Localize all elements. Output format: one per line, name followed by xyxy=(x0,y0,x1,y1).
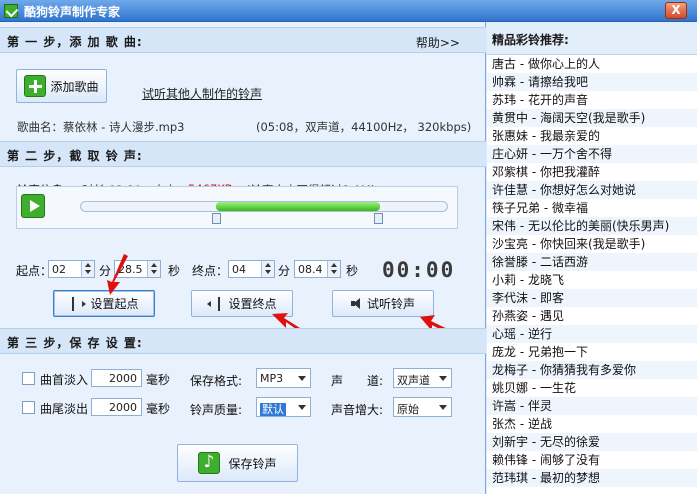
list-item[interactable]: 姚贝娜 - 一生花 xyxy=(487,379,697,397)
ibeam-icon xyxy=(69,296,78,311)
start-minute-stepper[interactable]: 02 xyxy=(48,260,95,278)
start-label: 起点： xyxy=(16,264,53,278)
end-label: 终点： xyxy=(192,264,229,278)
stepper-arrows[interactable] xyxy=(261,261,274,277)
red-arrow-annotation xyxy=(107,254,128,295)
list-item[interactable]: 庞龙 - 兄弟抱一下 xyxy=(487,343,697,361)
end-minute-stepper[interactable]: 04 xyxy=(228,260,275,278)
ms-unit: 毫秒 xyxy=(146,373,171,387)
fade-out-checkbox[interactable] xyxy=(22,401,35,414)
list-item[interactable]: 心瑶 - 逆行 xyxy=(487,325,697,343)
chevron-down-icon xyxy=(298,405,306,410)
list-item[interactable]: 赖伟锋 - 闹够了没有 xyxy=(487,451,697,469)
add-song-label: 添加歌曲 xyxy=(50,79,99,94)
recommend-title: 精品彩铃推荐: xyxy=(492,33,569,47)
chevron-down-icon xyxy=(439,405,447,410)
music-note-icon xyxy=(198,452,221,474)
end-second-stepper[interactable]: 08.4 xyxy=(294,260,341,278)
stepper-arrows[interactable] xyxy=(147,261,160,277)
minute-unit: 分 xyxy=(278,264,291,278)
step3-header: 第 三 步，保 存 设 置: xyxy=(0,328,486,354)
ms-unit: 毫秒 xyxy=(146,402,171,416)
selection-fill xyxy=(216,202,380,211)
play-button[interactable] xyxy=(21,194,45,218)
channel-select[interactable]: 双声道 xyxy=(393,368,452,388)
list-item[interactable]: 许佳慧 - 你想好怎么对她说 xyxy=(487,181,697,199)
title-bar: 酷狗铃声制作专家 X xyxy=(0,0,697,22)
time-display: 00:00 xyxy=(382,258,456,282)
list-item[interactable]: 徐誉滕 - 二话西游 xyxy=(487,253,697,271)
song-name: 歌曲名：蔡依林 - 诗人漫步.mp3 xyxy=(17,120,185,134)
ibeam-icon xyxy=(215,296,224,311)
help-link[interactable]: 帮助>> xyxy=(416,34,460,51)
boost-select[interactable]: 原始 xyxy=(393,397,452,417)
window-title: 酷狗铃声制作专家 xyxy=(24,5,121,19)
quality-select[interactable]: 默认 xyxy=(256,397,311,417)
fade-in-label: 曲首淡入 xyxy=(40,373,89,387)
list-item[interactable]: 唐古 - 做你心上的人 xyxy=(487,55,697,73)
fade-in-checkbox[interactable] xyxy=(22,372,35,385)
stepper-arrows[interactable] xyxy=(81,261,94,277)
step3-title: 第 三 步，保 存 设 置: xyxy=(7,336,143,350)
listen-others-link[interactable]: 试听其他人制作的铃声 xyxy=(142,85,262,102)
list-item[interactable]: 刘新宇 - 无尽的徐爱 xyxy=(487,433,697,451)
fade-out-input[interactable]: 2000 xyxy=(91,398,142,416)
set-start-label: 设置起点 xyxy=(90,297,139,311)
start-handle[interactable] xyxy=(212,213,221,224)
save-ringtone-button[interactable]: 保存铃声 xyxy=(177,444,298,482)
list-item[interactable]: 庄心妍 - 一万个舍不得 xyxy=(487,145,697,163)
second-unit: 秒 xyxy=(346,264,359,278)
speaker-icon xyxy=(350,298,363,309)
list-item[interactable]: 许嵩 - 伴灵 xyxy=(487,397,697,415)
fade-in-input[interactable]: 2000 xyxy=(91,369,142,387)
list-item[interactable]: 宋伟 - 无以伦比的美丽(快乐男声) xyxy=(487,217,697,235)
list-item[interactable]: 沙宝亮 - 你快回来(我是歌手) xyxy=(487,235,697,253)
recommend-header: 精品彩铃推荐: xyxy=(487,22,697,55)
second-unit: 秒 xyxy=(168,264,181,278)
step1-header: 第 一 步，添 加 歌 曲: 帮助>> xyxy=(0,27,486,53)
step1-title: 第 一 步，添 加 歌 曲: xyxy=(7,35,143,49)
list-item[interactable]: 范玮琪 - 最初的梦想 xyxy=(487,469,697,487)
triangle-left-icon xyxy=(207,300,212,307)
app-icon xyxy=(4,4,18,18)
format-label: 保存格式: xyxy=(190,374,243,388)
boost-label: 声音增大: xyxy=(331,403,384,417)
list-item[interactable]: 邓紫棋 - 你把我灌醉 xyxy=(487,163,697,181)
list-item[interactable]: 黄贯中 - 海阔天空(我是歌手) xyxy=(487,109,697,127)
close-button[interactable]: X xyxy=(665,2,687,19)
stepper-arrows[interactable] xyxy=(327,261,340,277)
format-select[interactable]: MP3 xyxy=(256,368,311,388)
preview-label: 试听铃声 xyxy=(366,297,415,311)
plus-icon xyxy=(24,75,47,97)
song-meta: (05:08，双声道，44100Hz， 320kbps) xyxy=(256,120,472,134)
list-item[interactable]: 孙燕姿 - 遇见 xyxy=(487,307,697,325)
fade-out-label: 曲尾淡出 xyxy=(40,402,89,416)
save-ringtone-label: 保存铃声 xyxy=(228,456,277,471)
list-item[interactable]: 小莉 - 龙晓飞 xyxy=(487,271,697,289)
triangle-right-icon xyxy=(82,300,87,307)
list-item[interactable]: 龙梅子 - 你猜猜我有多爱你 xyxy=(487,361,697,379)
list-item[interactable]: 帅霖 - 请擦给我吧 xyxy=(487,73,697,91)
chevron-down-icon xyxy=(439,376,447,381)
channel-label: 声 道: xyxy=(331,374,384,388)
list-item[interactable]: 苏玮 - 花开的声音 xyxy=(487,91,697,109)
chevron-down-icon xyxy=(298,376,306,381)
step2-title: 第 二 步，截 取 铃 声: xyxy=(7,149,143,163)
list-item[interactable]: 张杰 - 逆战 xyxy=(487,415,697,433)
step2-header: 第 二 步，截 取 铃 声: xyxy=(0,141,486,167)
song-list: 唐古 - 做你心上的人 帅霖 - 请擦给我吧 苏玮 - 花开的声音 黄贯中 - 海阔天… xyxy=(487,55,697,487)
recommend-panel: 精品彩铃推荐: 唐古 - 做你心上的人 帅霖 - 请擦给我吧 苏玮 - 花开的声音黄… xyxy=(487,22,697,494)
list-item[interactable]: 筷子兄弟 - 微幸福 xyxy=(487,199,697,217)
add-song-button[interactable]: 添加歌曲 xyxy=(16,69,107,103)
list-item[interactable]: 张惠妹 - 我最亲爱的 xyxy=(487,127,697,145)
list-item[interactable]: 李代沫 - 即客 xyxy=(487,289,697,307)
quality-label: 铃声质量: xyxy=(190,403,243,417)
end-handle[interactable] xyxy=(374,213,383,224)
